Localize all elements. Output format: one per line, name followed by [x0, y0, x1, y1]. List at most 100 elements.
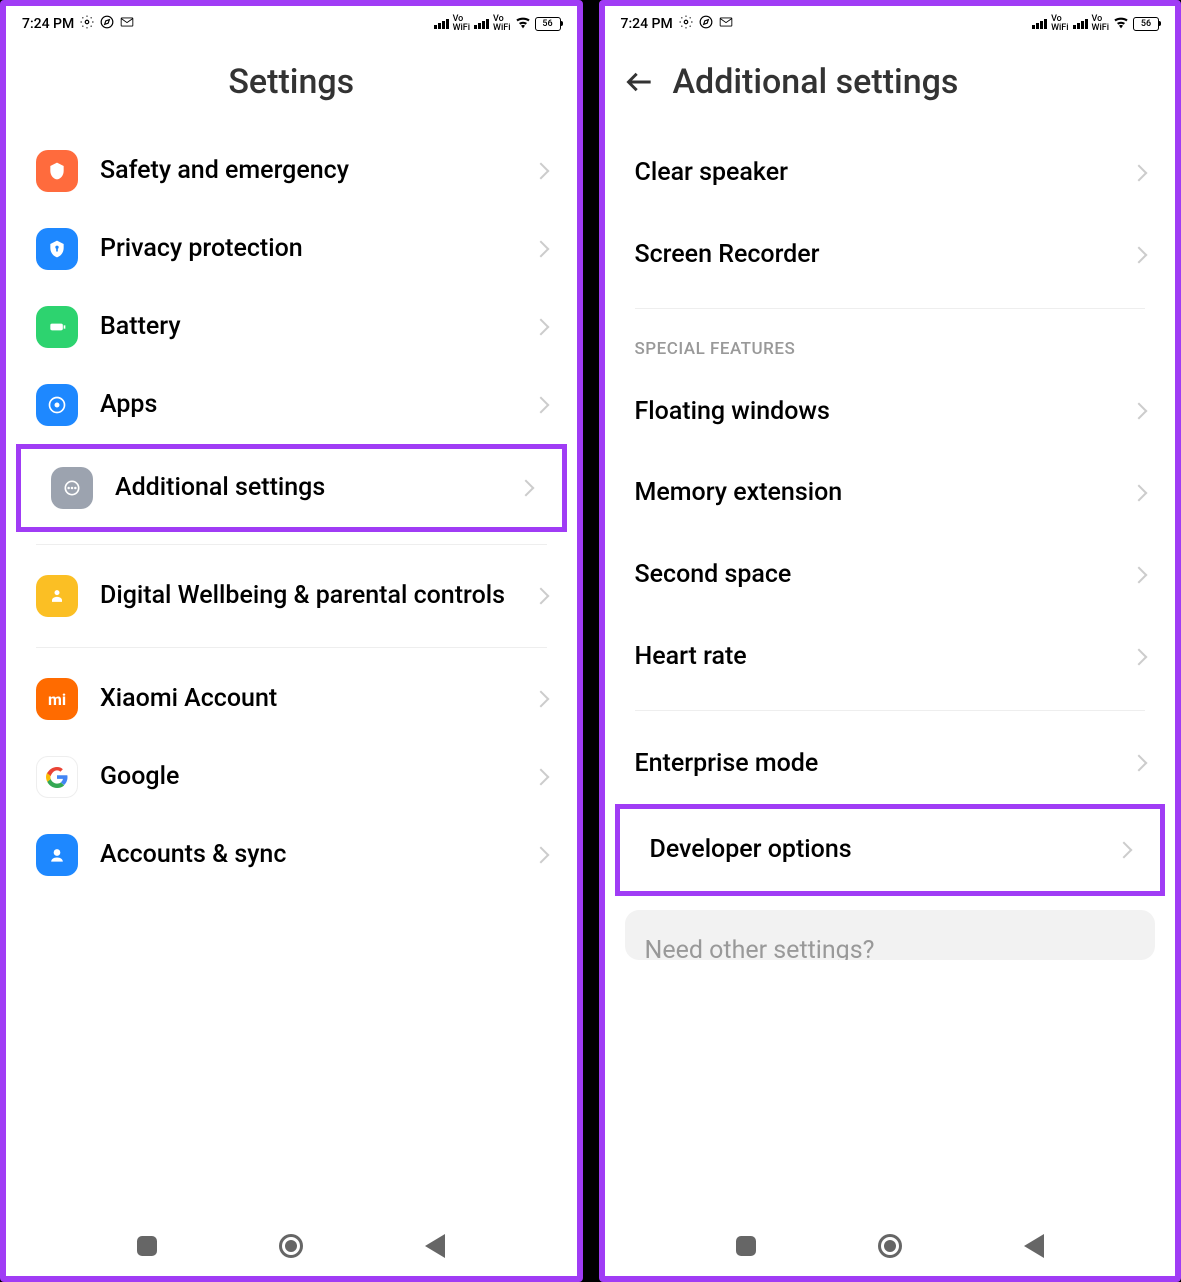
nav-back-icon[interactable]	[425, 1234, 445, 1258]
setting-battery[interactable]: Battery	[6, 288, 577, 366]
chevron-right-icon	[1131, 566, 1148, 583]
search-hint[interactable]: Need other settings?	[625, 910, 1156, 960]
section-header: SPECIAL FEATURES	[605, 321, 1176, 371]
setting-screen-recorder[interactable]: Screen Recorder	[605, 214, 1176, 296]
setting-label: Additional settings	[115, 471, 498, 505]
chevron-right-icon	[532, 241, 549, 258]
chevron-right-icon	[517, 480, 534, 497]
wifi-icon	[515, 17, 531, 32]
setting-label: Digital Wellbeing & parental controls	[100, 579, 513, 613]
nav-recents-icon[interactable]	[736, 1236, 756, 1256]
battery-icon: 56	[1133, 17, 1159, 31]
additional-icon	[51, 467, 93, 509]
nav-home-icon[interactable]	[279, 1234, 303, 1258]
left-screen: 7:24 PM VoWiFi VoWiFi 56	[0, 0, 583, 1282]
divider	[635, 710, 1146, 711]
page-header: Additional settings	[605, 42, 1176, 132]
nav-back-icon[interactable]	[1024, 1234, 1044, 1258]
settings-list[interactable]: Safety and emergency Privacy protection …	[6, 132, 577, 1216]
setting-accounts[interactable]: Accounts & sync	[6, 816, 577, 894]
chevron-right-icon	[532, 847, 549, 864]
vowifi-label: VoWiFi	[1051, 15, 1068, 33]
nav-bar	[6, 1216, 577, 1276]
setting-label: Battery	[100, 310, 513, 344]
setting-apps[interactable]: Apps	[6, 366, 577, 444]
page-title: Settings	[228, 62, 354, 102]
setting-xiaomi[interactable]: mi Xiaomi Account	[6, 660, 577, 738]
chevron-right-icon	[1131, 485, 1148, 502]
setting-additional[interactable]: Additional settings	[16, 444, 567, 532]
status-bar: 7:24 PM VoWiFi VoWiFi 56	[6, 6, 577, 42]
chevron-right-icon	[532, 163, 549, 180]
chevron-right-icon	[532, 588, 549, 605]
chevron-right-icon	[1131, 755, 1148, 772]
setting-second-space[interactable]: Second space	[605, 534, 1176, 616]
signal-icon	[1032, 19, 1047, 29]
chevron-right-icon	[532, 769, 549, 786]
setting-developer-options[interactable]: Developer options	[615, 804, 1166, 896]
chevron-right-icon	[532, 691, 549, 708]
vowifi-label-2: VoWiFi	[1092, 15, 1109, 33]
right-screen: 7:24 PM VoWiFi VoWiFi 56	[599, 0, 1181, 1282]
setting-label: Clear speaker	[635, 156, 1114, 190]
setting-memory-extension[interactable]: Memory extension	[605, 452, 1176, 534]
signal-icon	[434, 19, 449, 29]
divider	[36, 647, 547, 648]
divider	[635, 308, 1146, 309]
signal-icon-2	[474, 19, 489, 29]
chevron-right-icon	[532, 319, 549, 336]
chevron-right-icon	[1131, 403, 1148, 420]
setting-label: Floating windows	[635, 395, 1114, 429]
settings-list[interactable]: Clear speaker Screen Recorder SPECIAL FE…	[605, 132, 1176, 1216]
xiaomi-icon: mi	[36, 678, 78, 720]
vowifi-label: VoWiFi	[453, 15, 470, 33]
page-header: Settings	[6, 42, 577, 132]
setting-heart-rate[interactable]: Heart rate	[605, 616, 1176, 698]
vowifi-label-2: VoWiFi	[493, 15, 510, 33]
setting-label: Apps	[100, 388, 513, 422]
wifi-icon	[1113, 17, 1129, 32]
privacy-icon	[36, 228, 78, 270]
battery-icon: 56	[535, 17, 561, 31]
gear-icon	[679, 15, 693, 33]
battery-icon	[36, 306, 78, 348]
clock: 7:24 PM	[22, 16, 74, 32]
setting-safety[interactable]: Safety and emergency	[6, 132, 577, 210]
chevron-right-icon	[1131, 648, 1148, 665]
setting-label: Developer options	[650, 833, 1099, 867]
signal-icon-2	[1073, 19, 1088, 29]
nav-bar	[605, 1216, 1176, 1276]
setting-label: Screen Recorder	[635, 238, 1114, 272]
chevron-right-icon	[532, 397, 549, 414]
setting-google[interactable]: Google	[6, 738, 577, 816]
wellbeing-icon	[36, 575, 78, 617]
setting-floating-windows[interactable]: Floating windows	[605, 371, 1176, 453]
nav-recents-icon[interactable]	[137, 1236, 157, 1256]
setting-clear-speaker[interactable]: Clear speaker	[605, 132, 1176, 214]
setting-label: Second space	[635, 558, 1114, 592]
setting-wellbeing[interactable]: Digital Wellbeing & parental controls	[6, 557, 577, 635]
setting-label: Accounts & sync	[100, 838, 513, 872]
setting-label: Enterprise mode	[635, 747, 1114, 781]
gmail-icon	[719, 15, 733, 33]
page-title: Additional settings	[673, 62, 959, 102]
chevron-right-icon	[1131, 246, 1148, 263]
setting-privacy[interactable]: Privacy protection	[6, 210, 577, 288]
back-button[interactable]	[625, 68, 653, 96]
gmail-icon	[120, 15, 134, 33]
nav-home-icon[interactable]	[878, 1234, 902, 1258]
accounts-icon	[36, 834, 78, 876]
setting-label: Xiaomi Account	[100, 682, 513, 716]
google-icon	[36, 756, 78, 798]
setting-label: Heart rate	[635, 640, 1114, 674]
chevron-right-icon	[1116, 842, 1133, 859]
apps-icon	[36, 384, 78, 426]
setting-enterprise-mode[interactable]: Enterprise mode	[605, 723, 1176, 805]
setting-label: Safety and emergency	[100, 154, 513, 188]
gear-icon	[80, 15, 94, 33]
chevron-right-icon	[1131, 164, 1148, 181]
safety-icon	[36, 150, 78, 192]
divider	[36, 544, 547, 545]
clock: 7:24 PM	[621, 16, 673, 32]
status-bar: 7:24 PM VoWiFi VoWiFi 56	[605, 6, 1176, 42]
